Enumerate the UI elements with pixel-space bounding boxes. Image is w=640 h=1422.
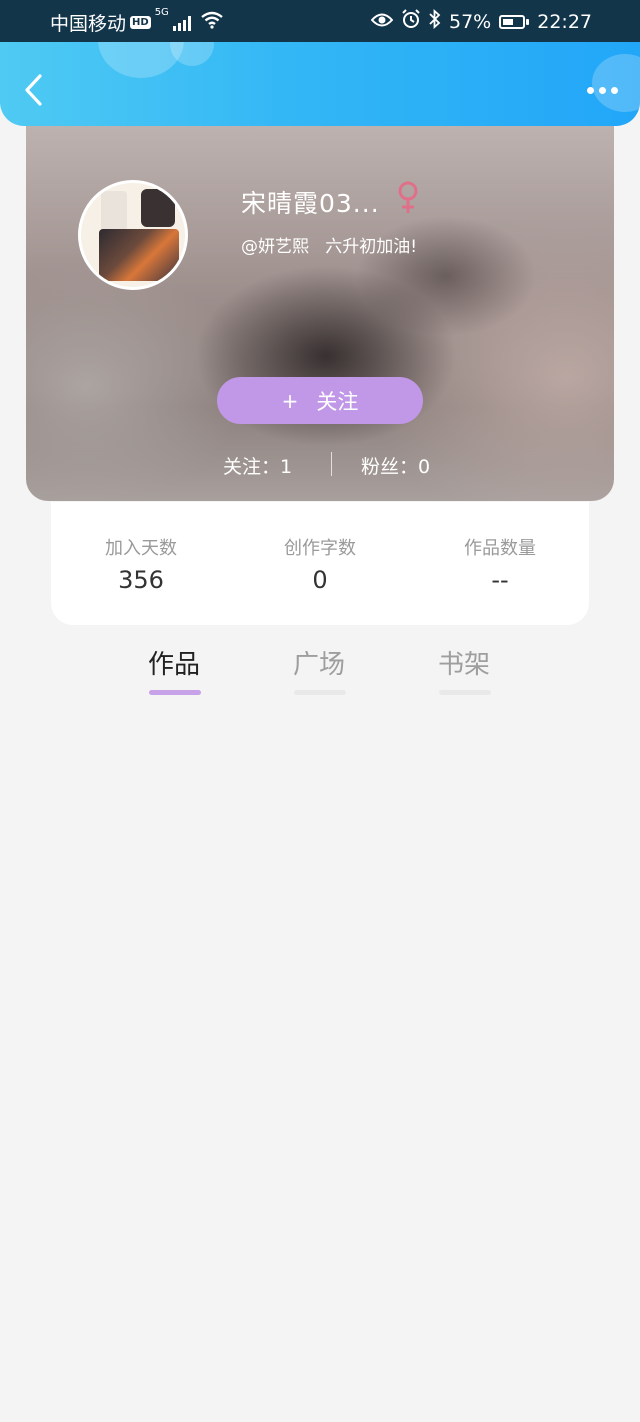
- stat-label: 创作字数: [284, 538, 356, 559]
- stats-card: 加入天数 356 创作字数 0 作品数量 --: [51, 502, 589, 625]
- username: 宋晴霞03...: [241, 189, 380, 218]
- network-type: 5G: [154, 7, 169, 18]
- fans-count[interactable]: 粉丝：0: [361, 452, 430, 479]
- stat-days-joined: 加入天数 356: [51, 534, 231, 594]
- stat-value: --: [491, 566, 509, 594]
- stat-value: 0: [312, 566, 328, 594]
- stat-word-count: 创作字数 0: [230, 534, 410, 594]
- more-button[interactable]: [582, 82, 622, 98]
- avatar[interactable]: [78, 180, 188, 290]
- stat-label: 加入天数: [105, 538, 177, 559]
- bluetooth-icon: [429, 8, 441, 34]
- battery-percent: 57%: [449, 10, 492, 33]
- top-header: [0, 42, 640, 126]
- stats-divider: [331, 452, 332, 476]
- tab-indicator: [149, 690, 201, 695]
- following-count[interactable]: 关注：1: [223, 452, 292, 479]
- follow-button-label: 关注: [316, 389, 359, 414]
- status-left: 中国移动 HD 5G: [50, 7, 223, 36]
- tab-bookshelf[interactable]: 书架: [424, 644, 504, 695]
- status-right: 57% 22:27: [370, 8, 592, 34]
- stat-label: 作品数量: [464, 538, 536, 559]
- user-signature: @妍艺熙 六升初加油!: [241, 237, 418, 257]
- tab-indicator: [439, 690, 491, 695]
- tab-label: 广场: [292, 650, 345, 680]
- more-dots-icon: [586, 86, 618, 94]
- tab-works[interactable]: 作品: [134, 644, 214, 695]
- stat-value: 356: [118, 566, 164, 594]
- female-icon: [396, 180, 420, 216]
- follow-stats: 关注：1 粉丝：0: [26, 452, 614, 478]
- carrier-name: 中国移动: [50, 13, 127, 35]
- chevron-left-icon: [25, 74, 42, 106]
- tab-label: 作品: [147, 650, 200, 680]
- clock-time: 22:27: [537, 10, 592, 33]
- status-bar: 中国移动 HD 5G 57% 22:27: [0, 0, 640, 42]
- follow-button[interactable]: + 关注: [217, 377, 423, 424]
- battery-icon: [499, 14, 530, 29]
- eye-icon: [370, 11, 394, 33]
- stat-works-count: 作品数量 --: [410, 534, 590, 594]
- hd-badge: HD: [130, 16, 151, 29]
- tab-plaza[interactable]: 广场: [279, 644, 359, 695]
- back-button[interactable]: [20, 72, 48, 108]
- tab-indicator: [294, 690, 346, 695]
- tab-label: 书架: [437, 650, 490, 680]
- profile-card: 宋晴霞03... @妍艺熙 六升初加油! + 关注 关注：1 粉丝：0: [26, 126, 614, 501]
- wifi-icon: [201, 11, 223, 34]
- signal-icon: [172, 15, 191, 31]
- decor-bubble: [170, 42, 214, 66]
- plus-icon: +: [281, 388, 299, 413]
- alarm-icon: [401, 9, 421, 34]
